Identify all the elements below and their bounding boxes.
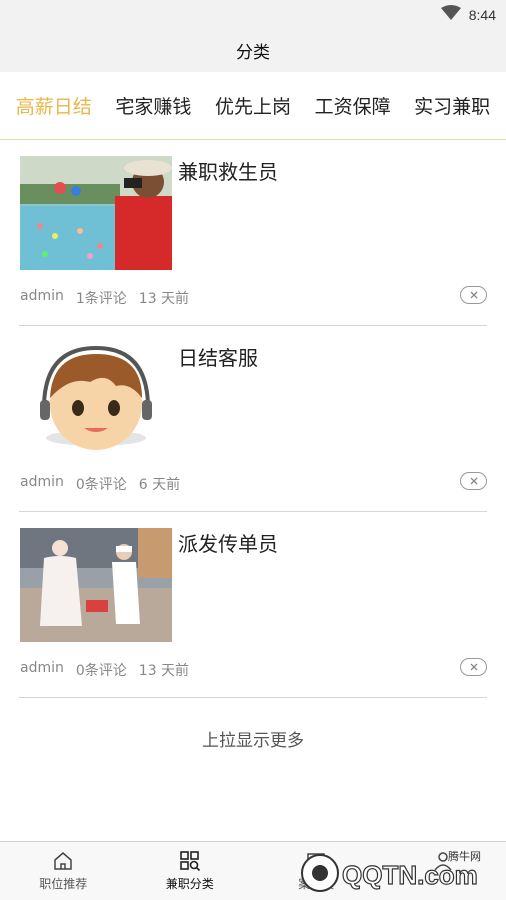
item-comments: 0条评论 [75, 663, 127, 679]
customer-service-cartoon [20, 342, 172, 456]
tabbar-item-category[interactable]: 兼职分类 [127, 842, 254, 900]
tabbar-item-recommend[interactable]: 职位推荐 [0, 842, 127, 900]
dismiss-button[interactable] [460, 286, 487, 304]
item-comments: 0条评论 [75, 477, 127, 493]
wifi-icon [440, 5, 461, 25]
dismiss-button[interactable] [460, 658, 487, 676]
item-time: 13 天前 [138, 291, 190, 307]
item-meta: admin 0条评论 13 天前 [20, 660, 189, 680]
item-title[interactable]: 派发传单员 [178, 528, 278, 557]
tab-high-pay-daily[interactable]: 高薪日结 [16, 92, 92, 119]
item-time: 6 天前 [138, 477, 181, 493]
tab-work-from-home[interactable]: 宅家赚钱 [115, 92, 191, 119]
tab-salary-guarantee[interactable]: 工资保障 [315, 92, 391, 119]
item-meta: admin 1条评论 13 天前 [20, 288, 189, 308]
tabbar-label: 兼职分类 [165, 877, 214, 891]
tabbar-label: 职位推荐 [39, 877, 88, 891]
tab-priority-hiring[interactable]: 优先上岗 [215, 92, 291, 119]
list-item[interactable]: 兼职救生员 admin 1条评论 13 天前 [19, 140, 487, 326]
bottom-tab-bar: 职位推荐 兼职分类 案例展 [0, 841, 506, 900]
showcase-icon [307, 853, 325, 869]
tabbar-item-showcase[interactable]: 案例展 [253, 842, 380, 900]
item-meta: admin 0条评论 6 天前 [20, 474, 180, 494]
item-title[interactable]: 日结客服 [178, 342, 258, 371]
category-tabs: 高薪日结 宅家赚钱 优先上岗 工资保障 实习兼职 [0, 72, 506, 140]
dismiss-button[interactable] [460, 472, 487, 490]
list-item[interactable]: 日结客服 admin 0条评论 6 天前 [19, 326, 487, 512]
status-time: 8:44 [468, 7, 496, 23]
user-icon [434, 852, 452, 871]
item-author: admin [20, 474, 64, 490]
list-item[interactable]: 派发传单员 admin 0条评论 13 天前 [19, 512, 487, 698]
load-more-hint: 上拉显示更多 [202, 731, 304, 751]
item-comments: 1条评论 [75, 291, 127, 307]
status-bar: 8:44 [0, 0, 506, 28]
item-author: admin [20, 660, 64, 676]
close-icon [470, 663, 477, 671]
item-title[interactable]: 兼职救生员 [178, 156, 278, 185]
lifeguard-photo [20, 156, 172, 270]
tabbar-item-profile[interactable] [380, 842, 506, 900]
page-title: 分类 [236, 42, 270, 63]
tabbar-label: 案例展 [298, 877, 335, 891]
close-icon [470, 477, 477, 485]
job-list: 兼职救生员 admin 1条评论 13 天前 日结客服 admin 0条评论 6… [0, 140, 506, 751]
home-icon [54, 852, 72, 870]
title-bar: 分类 [0, 28, 506, 72]
close-icon [470, 291, 477, 299]
tab-internship[interactable]: 实习兼职 [414, 92, 490, 119]
category-search-icon [179, 851, 200, 872]
item-author: admin [20, 288, 64, 304]
item-time: 13 天前 [138, 663, 190, 679]
flyer-distribution-photo [20, 528, 172, 642]
